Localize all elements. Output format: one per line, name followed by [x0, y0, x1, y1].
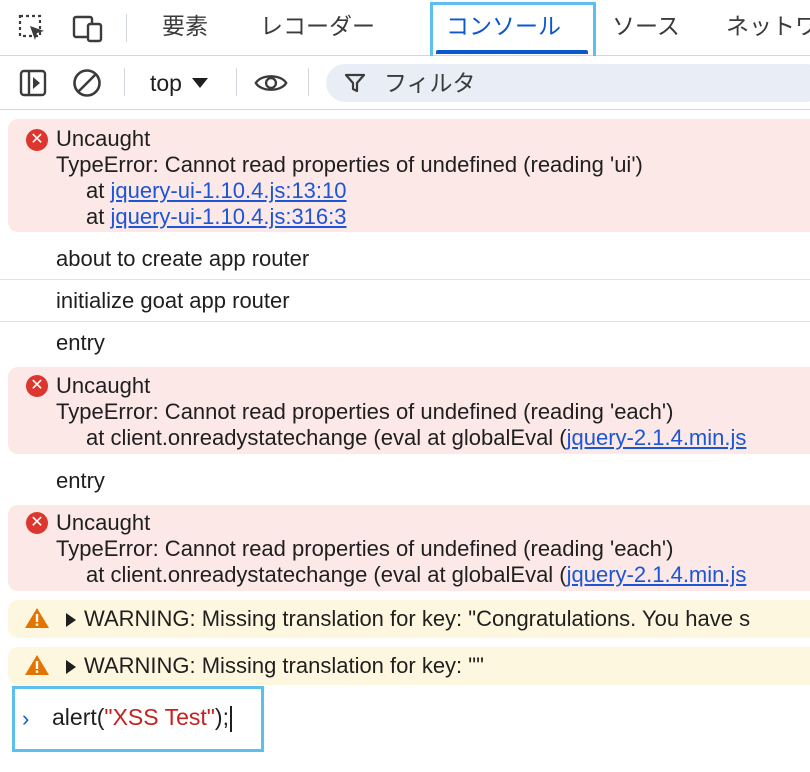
code-function: alert(: [52, 704, 105, 730]
console-log-message: entry: [0, 460, 810, 502]
stack-frame: at jquery-ui-1.10.4.js:13:10: [86, 178, 347, 204]
tab-console[interactable]: コンソール: [446, 0, 561, 55]
filter-input[interactable]: [382, 64, 806, 104]
console-warning-message: WARNING: Missing translation for key: "": [8, 647, 810, 685]
expand-triangle-icon[interactable]: [66, 660, 76, 674]
warning-text: WARNING: Missing translation for key: "C…: [84, 606, 751, 631]
warning-line[interactable]: WARNING: Missing translation for key: "": [66, 653, 484, 679]
error-text: TypeError: Cannot read properties of und…: [56, 399, 674, 424]
console-error-message: ✕ Uncaught TypeError: Cannot read proper…: [8, 367, 810, 454]
filter-funnel-icon: [344, 72, 366, 99]
stack-frame-prefix: at client.onreadystatechange (eval at gl…: [86, 562, 567, 587]
warning-text: WARNING: Missing translation for key: "": [84, 653, 484, 678]
dropdown-arrow-icon: [191, 77, 208, 88]
console-log-message: initialize goat app router: [0, 280, 810, 322]
console-log-message: entry: [0, 322, 810, 364]
filter-field[interactable]: [326, 64, 810, 104]
stack-frame: at jquery-ui-1.10.4.js:316:3: [86, 204, 347, 230]
devtools-tab-bar: 要素 レコーダー コンソール ソース ネットワ: [0, 0, 810, 56]
toolbar-divider: [124, 68, 125, 96]
context-selector-label: top: [150, 70, 182, 96]
warning-line[interactable]: WARNING: Missing translation for key: "C…: [66, 606, 750, 632]
source-link[interactable]: jquery-ui-1.10.4.js:13:10: [110, 178, 346, 203]
error-title: Uncaught: [56, 126, 151, 151]
console-error-message: ✕ Uncaught TypeError: Cannot read proper…: [8, 119, 810, 232]
warning-icon: [24, 607, 50, 635]
stack-frame: at client.onreadystatechange (eval at gl…: [86, 562, 746, 588]
console-error-message: ✕ Uncaught TypeError: Cannot read proper…: [8, 505, 810, 591]
tab-sources[interactable]: ソース: [612, 0, 680, 55]
error-icon: ✕: [26, 129, 48, 151]
stack-frame: at client.onreadystatechange (eval at gl…: [86, 425, 746, 451]
active-tab-indicator: [436, 50, 588, 54]
console-log-message: about to create app router: [0, 238, 810, 280]
error-text: TypeError: Cannot read properties of und…: [56, 536, 674, 561]
source-link[interactable]: jquery-2.1.4.min.js: [567, 562, 747, 587]
tab-recorder[interactable]: レコーダー: [260, 0, 375, 55]
prompt-chevron-icon: ›: [22, 706, 30, 731]
tab-elements[interactable]: 要素: [162, 0, 208, 55]
tab-divider: [126, 14, 127, 42]
error-icon: ✕: [26, 375, 48, 397]
log-text: initialize goat app router: [56, 288, 290, 313]
console-prompt[interactable]: › alert("XSS Test");: [0, 690, 810, 772]
console-toolbar: top: [0, 56, 810, 110]
source-link[interactable]: jquery-ui-1.10.4.js:316:3: [110, 204, 346, 229]
clear-console-icon[interactable]: [70, 66, 104, 100]
context-selector[interactable]: top: [150, 66, 208, 100]
device-toolbar-icon[interactable]: [72, 12, 104, 44]
stack-frame-prefix: at: [86, 178, 111, 203]
code-string: "XSS Test": [104, 704, 215, 730]
sidebar-toggle-icon[interactable]: [16, 66, 50, 100]
error-title: Uncaught: [56, 510, 151, 535]
stack-frame-prefix: at: [86, 204, 111, 229]
toolbar-divider: [308, 68, 309, 96]
console-input[interactable]: alert("XSS Test");: [52, 704, 232, 732]
log-text: entry: [56, 330, 105, 355]
tab-network[interactable]: ネットワ: [726, 0, 810, 55]
log-text: entry: [56, 468, 105, 493]
error-icon: ✕: [26, 512, 48, 534]
error-text: TypeError: Cannot read properties of und…: [56, 152, 643, 177]
console-warning-message: WARNING: Missing translation for key: "C…: [8, 600, 810, 638]
log-text: about to create app router: [56, 246, 310, 271]
error-title: Uncaught: [56, 373, 151, 398]
stack-frame-prefix: at client.onreadystatechange (eval at gl…: [86, 425, 567, 450]
code-suffix: );: [214, 704, 229, 730]
source-link[interactable]: jquery-2.1.4.min.js: [567, 425, 747, 450]
live-expression-eye-icon[interactable]: [254, 66, 288, 100]
expand-triangle-icon[interactable]: [66, 613, 76, 627]
warning-icon: [24, 654, 50, 682]
inspect-element-icon[interactable]: [16, 12, 48, 44]
toolbar-divider: [236, 68, 237, 96]
text-caret: [229, 705, 232, 732]
